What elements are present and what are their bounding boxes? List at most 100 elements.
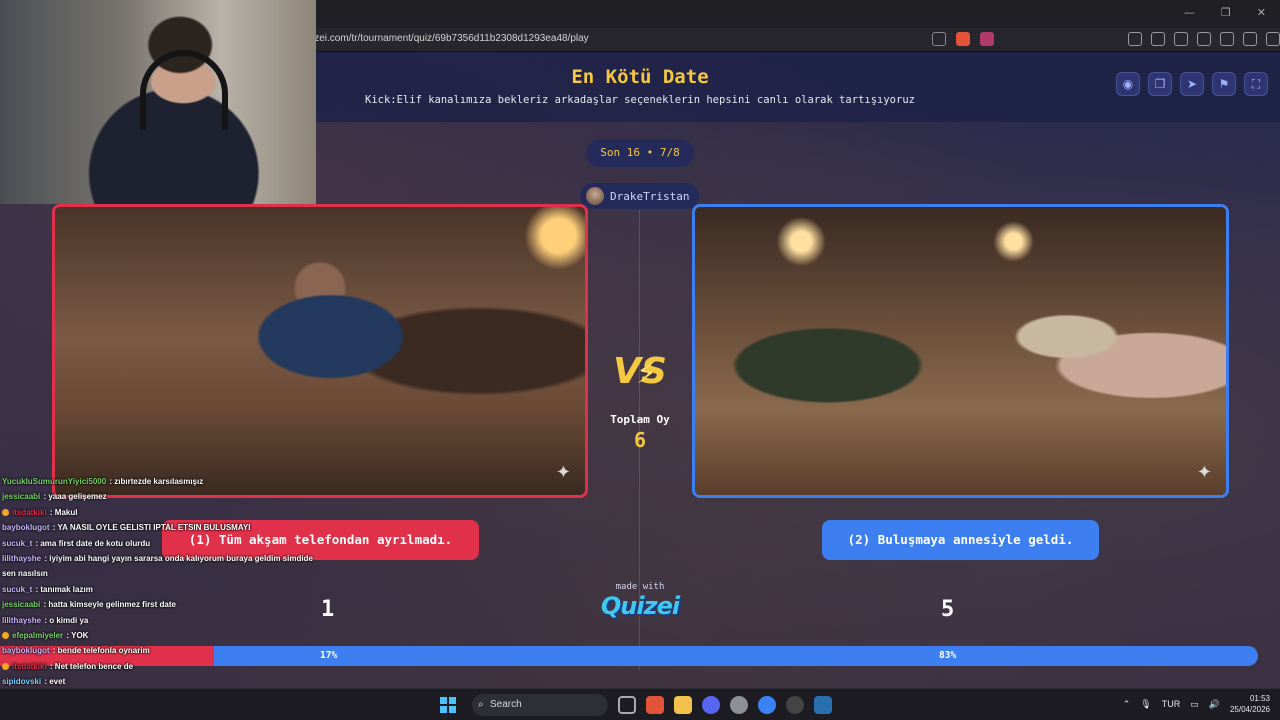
maximize-button[interactable]: ❐ bbox=[1221, 6, 1231, 19]
clock-time: 01:53 bbox=[1249, 694, 1270, 703]
chat-message: jessicaabi : yaaa gelişemez bbox=[2, 489, 322, 504]
badge-icon bbox=[2, 631, 9, 639]
chat-separator: : bbox=[50, 646, 58, 656]
mic-icon[interactable]: 🎙 bbox=[1140, 699, 1151, 710]
badge-icon bbox=[2, 662, 9, 670]
chat-text: ama first date de kotu olurdu bbox=[40, 538, 151, 548]
chat-message: itsdatkiki : Net telefon bence de bbox=[2, 659, 322, 674]
percent-left: 17% bbox=[320, 650, 338, 661]
chat-separator: : bbox=[47, 661, 55, 671]
taskbar-apps bbox=[618, 696, 832, 714]
choice-button-right[interactable]: (2) Buluşmaya annesiyle geldi. bbox=[822, 520, 1099, 560]
folder-icon[interactable] bbox=[674, 696, 692, 714]
settings-icon[interactable] bbox=[730, 696, 748, 714]
chat-message: lilithayshe : o kimdi ya bbox=[2, 613, 322, 628]
chat-message: bayboklugot : YA NASIL OYLE GELISTI IPTA… bbox=[2, 520, 322, 535]
chat-message: YucukluSumurunYiyici5000 : zıbırtezde ka… bbox=[2, 474, 322, 489]
share-icon[interactable] bbox=[932, 32, 946, 46]
option-card-left[interactable]: ✦ bbox=[52, 204, 588, 498]
chat-message: sucuk_t : ama first date de kotu olurdu bbox=[2, 536, 322, 551]
chevron-up-icon[interactable]: ⌃ bbox=[1123, 699, 1131, 710]
made-with-label: made with bbox=[615, 582, 665, 592]
chat-message: itsdatkiki : Makul bbox=[2, 505, 322, 520]
total-votes-label: Toplam Oy bbox=[610, 413, 670, 426]
flag-icon[interactable]: ⚑ bbox=[1212, 72, 1236, 96]
total-votes-value: 6 bbox=[633, 428, 647, 452]
page-title: En Kötü Date bbox=[571, 66, 709, 88]
fullscreen-icon[interactable]: ⛶ bbox=[1244, 72, 1268, 96]
option-card-right[interactable]: ✦ bbox=[692, 204, 1229, 498]
vs-icon: VS ⚡ bbox=[608, 344, 672, 400]
share-icon[interactable]: ➤ bbox=[1180, 72, 1204, 96]
app-icon[interactable] bbox=[758, 696, 776, 714]
system-tray: ⌃ 🎙 TUR ▭ 🔊 01:53 25/04/2026 bbox=[1123, 693, 1270, 715]
webcam-overlay bbox=[0, 0, 316, 204]
chat-text: Makul bbox=[54, 507, 78, 517]
chat-text: o kimdi ya bbox=[49, 615, 89, 625]
extension-icons bbox=[1128, 32, 1280, 46]
chat-text: YOK bbox=[71, 630, 89, 640]
app-icon-2[interactable] bbox=[814, 696, 832, 714]
brave-shield-icon[interactable] bbox=[956, 32, 970, 46]
close-button[interactable]: ✕ bbox=[1257, 6, 1266, 19]
minimize-button[interactable]: — bbox=[1184, 6, 1195, 19]
obs-icon[interactable] bbox=[786, 696, 804, 714]
chat-username[interactable]: sucuk_t bbox=[2, 539, 32, 548]
brave-rewards-icon[interactable] bbox=[980, 32, 994, 46]
window-controls: — ❐ ✕ bbox=[1184, 6, 1266, 19]
option-image-right: ✦ bbox=[695, 207, 1226, 495]
volume-icon[interactable]: 🔊 bbox=[1209, 699, 1220, 710]
chat-username[interactable]: itsdatkiki bbox=[12, 662, 47, 671]
tab-icon[interactable] bbox=[1151, 32, 1165, 46]
chat-username[interactable]: jessicaabi bbox=[2, 492, 40, 501]
chat-text: Net telefon bence de bbox=[54, 661, 134, 671]
network-icon[interactable]: ▭ bbox=[1190, 699, 1199, 710]
sidebar-icon[interactable] bbox=[1174, 32, 1188, 46]
chat-message: bayboklugot : bende telefonla oynarim bbox=[2, 643, 322, 658]
chat-text: evet bbox=[49, 677, 66, 687]
chat-overlay: YucukluSumurunYiyici5000 : zıbırtezde ka… bbox=[2, 474, 322, 720]
chat-username[interactable]: itsdatkiki bbox=[12, 508, 47, 517]
ai-icon[interactable] bbox=[1220, 32, 1234, 46]
language-indicator[interactable]: TUR bbox=[1162, 699, 1181, 709]
chat-message: sen nasılsın bbox=[2, 566, 322, 581]
sparkle-icon: ✦ bbox=[555, 462, 571, 483]
clock[interactable]: 01:53 25/04/2026 bbox=[1230, 693, 1270, 715]
chat-username[interactable]: bayboklugot bbox=[2, 646, 50, 655]
chat-text: bende telefonla oynarim bbox=[57, 646, 150, 656]
headset bbox=[140, 50, 228, 130]
toolbar: ◉ ❐ ➤ ⚑ ⛶ bbox=[1116, 72, 1268, 96]
discord-icon[interactable] bbox=[702, 696, 720, 714]
chat-message: sucuk_t : tanımak lazım bbox=[2, 582, 322, 597]
brand-logo[interactable]: Quizei bbox=[590, 592, 690, 620]
task-view-icon[interactable] bbox=[618, 696, 636, 714]
brave-icon[interactable] bbox=[646, 696, 664, 714]
chat-username[interactable]: efepalmiyeler bbox=[12, 631, 63, 640]
taskbar-search[interactable]: ⌕ Search bbox=[472, 694, 608, 716]
chat-text: hatta kimseyle gelinmez first date bbox=[48, 600, 176, 610]
extension-icon[interactable] bbox=[1128, 32, 1142, 46]
menu-icon[interactable] bbox=[1266, 32, 1280, 46]
chat-username[interactable]: jessicaabi bbox=[2, 600, 40, 609]
chat-username[interactable]: YucukluSumurunYiyici5000 bbox=[2, 477, 106, 486]
search-placeholder: Search bbox=[490, 699, 522, 710]
chat-username[interactable]: lilithayshe bbox=[2, 554, 41, 563]
copy-icon[interactable]: ❐ bbox=[1148, 72, 1172, 96]
chat-message: lilithayshe : iyiyim abi hangi yayın sar… bbox=[2, 551, 322, 566]
wallet-icon[interactable] bbox=[1197, 32, 1211, 46]
chat-message: efepalmiyeler : YOK bbox=[2, 628, 322, 643]
chat-username[interactable]: lilithayshe bbox=[2, 616, 41, 625]
vote-count-left: 1 bbox=[321, 597, 335, 622]
eye-icon[interactable]: ◉ bbox=[1116, 72, 1140, 96]
chat-username[interactable]: sipidovski bbox=[2, 677, 41, 686]
creator-name: DrakeTristan bbox=[610, 189, 690, 203]
start-icon[interactable] bbox=[440, 697, 456, 713]
chat-text: zıbırtezde karsılasmışız bbox=[114, 477, 204, 486]
url-text[interactable]: izei.com/tr/tournament/quiz/69b7356d11b2… bbox=[312, 33, 589, 44]
sparkle-icon: ✦ bbox=[1196, 462, 1212, 483]
creator-badge[interactable]: DrakeTristan bbox=[580, 183, 700, 209]
vpn-icon[interactable] bbox=[1243, 32, 1257, 46]
site-header: En Kötü Date Kick:Elif kanalımıza bekler… bbox=[316, 52, 1280, 122]
chat-username[interactable]: sucuk_t bbox=[2, 585, 32, 594]
chat-username[interactable]: bayboklugot bbox=[2, 523, 50, 532]
